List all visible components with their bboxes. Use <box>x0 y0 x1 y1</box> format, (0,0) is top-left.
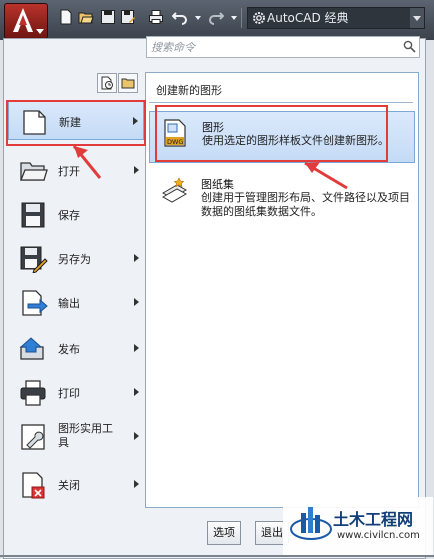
menu-item-label: 打开 <box>58 165 80 178</box>
save-as-icon[interactable] <box>120 9 136 25</box>
menu-item-label: 保存 <box>58 209 80 222</box>
save-as-icon <box>18 245 48 274</box>
menu-item-close[interactable]: 关闭 <box>8 464 144 504</box>
site-logo-icon <box>290 507 332 540</box>
open-documents-icon[interactable] <box>118 73 138 93</box>
watermark-url: www.civilcn.com <box>337 530 420 541</box>
title-bar: AutoCAD 经典 <box>0 0 434 40</box>
submenu-item-description: 创建用于管理图形布局、文件路径以及项目数据的图纸集数据文件。 <box>201 191 410 218</box>
chevron-right-icon <box>134 344 139 352</box>
options-button[interactable]: 选项 <box>207 521 241 545</box>
watermark: 土木工程网 www.civilcn.com <box>283 497 433 555</box>
menu-item-drawing-utilities[interactable]: 图形实用工具 <box>8 416 144 456</box>
print-icon[interactable] <box>148 9 164 25</box>
menu-item-label: 图形实用工具 <box>58 422 113 449</box>
menu-item-save-as[interactable]: 另存为 <box>8 238 144 278</box>
workspace-name: AutoCAD 经典 <box>267 11 349 25</box>
menu-item-open[interactable]: 打开 <box>8 150 144 190</box>
menu-item-export[interactable]: 输出 <box>8 282 144 322</box>
printer-icon <box>18 379 48 407</box>
menu-item-publish[interactable]: 发布 <box>8 328 144 368</box>
undo-dropdown-icon[interactable] <box>190 9 201 25</box>
close-document-icon <box>18 471 48 499</box>
watermark-title: 土木工程网 <box>333 510 414 529</box>
application-menu-button[interactable] <box>4 3 48 39</box>
chevron-right-icon <box>134 388 139 396</box>
menu-item-label: 发布 <box>58 343 80 356</box>
redo-icon[interactable] <box>208 9 224 25</box>
save-icon[interactable] <box>100 9 116 25</box>
search-input[interactable] <box>149 38 401 56</box>
submenu-item-title: 图纸集 <box>201 178 234 191</box>
divider <box>149 102 413 103</box>
search-icon[interactable] <box>403 40 416 53</box>
undo-icon[interactable] <box>172 9 188 25</box>
open-icon[interactable] <box>78 9 94 25</box>
chevron-right-icon <box>134 254 139 262</box>
chevron-right-icon <box>134 298 139 306</box>
highlight-box <box>155 105 388 162</box>
menu-item-print[interactable]: 打印 <box>8 372 144 412</box>
submenu-title: 创建新的图形 <box>156 84 222 97</box>
recent-documents-icon[interactable] <box>97 73 117 93</box>
search-box[interactable] <box>146 36 420 58</box>
open-folder-icon <box>18 157 48 185</box>
submenu-item-sheet-set[interactable]: 图纸集 创建用于管理图形布局、文件路径以及项目数据的图纸集数据文件。 <box>149 169 415 221</box>
publish-icon <box>18 335 48 363</box>
save-disk-icon <box>18 201 48 229</box>
chevron-down-icon <box>36 29 44 34</box>
workspace-selector[interactable]: AutoCAD 经典 <box>247 7 425 29</box>
autocad-logo-icon <box>13 8 33 32</box>
chevron-right-icon <box>134 480 139 488</box>
sheet-set-icon <box>159 175 189 205</box>
menu-item-label: 另存为 <box>58 253 91 266</box>
drawing-utilities-icon <box>18 423 48 451</box>
highlight-box <box>6 100 146 146</box>
redo-dropdown-icon[interactable] <box>226 9 237 25</box>
gear-icon <box>253 12 265 24</box>
export-icon <box>18 289 48 317</box>
toolbar-separator <box>241 8 242 28</box>
new-icon[interactable] <box>58 9 74 25</box>
chevron-right-icon <box>134 432 139 440</box>
menu-item-save[interactable]: 保存 <box>8 194 144 234</box>
menu-item-label: 打印 <box>58 387 80 400</box>
file-menu-list: 新建 打开 保存 另存为 输出 发布 打印 图形实用工具 关闭 <box>8 100 144 510</box>
menu-item-label: 关闭 <box>58 479 80 492</box>
chevron-right-icon <box>134 166 139 174</box>
chevron-down-icon[interactable] <box>410 8 424 28</box>
menu-item-label: 输出 <box>58 297 80 310</box>
